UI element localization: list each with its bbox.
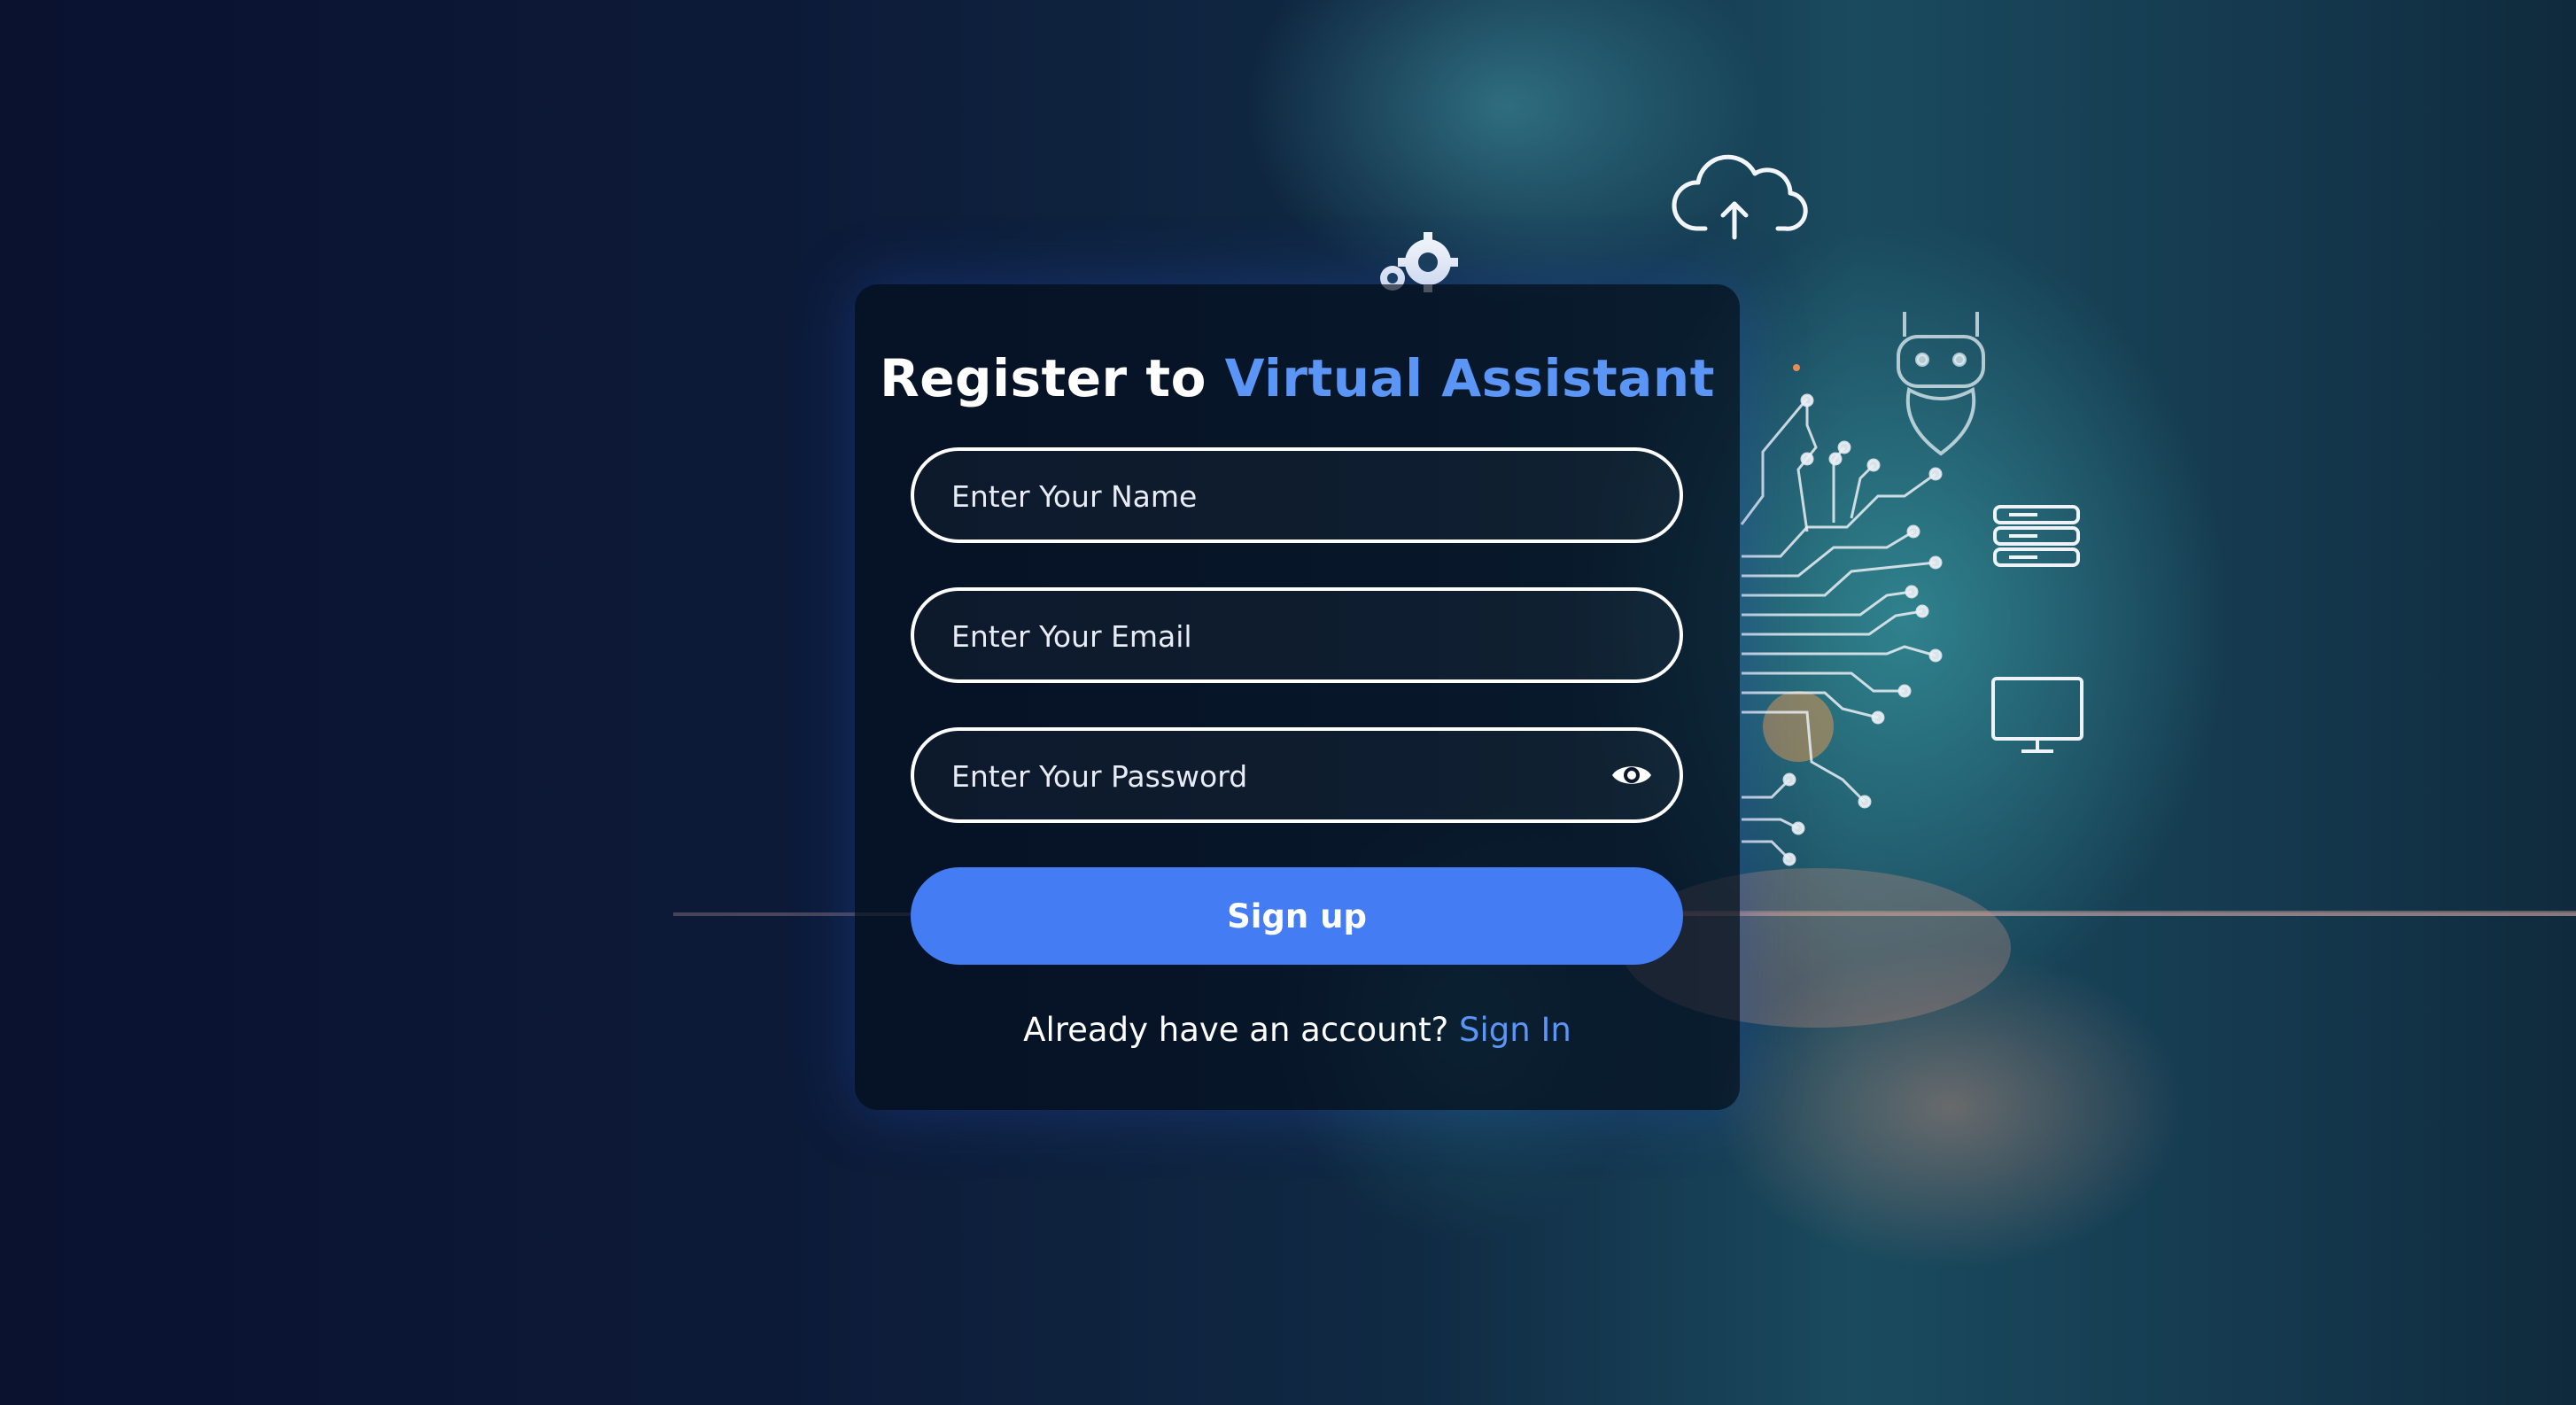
email-input[interactable] bbox=[950, 591, 1591, 681]
title-prefix: Register to bbox=[880, 348, 1207, 408]
eye-icon[interactable] bbox=[1610, 754, 1653, 796]
email-field[interactable] bbox=[911, 587, 1683, 683]
page: Register to Virtual Assistant Sign up Al… bbox=[0, 0, 2576, 1405]
password-input[interactable] bbox=[950, 731, 1591, 821]
robot-icon bbox=[1897, 312, 1985, 456]
gear-icon bbox=[1380, 232, 1458, 292]
sign-in-link[interactable]: Sign In bbox=[1459, 1011, 1571, 1049]
monitor-icon bbox=[1991, 677, 2083, 753]
title-accent: Virtual Assistant bbox=[1224, 348, 1715, 408]
name-field[interactable] bbox=[911, 447, 1683, 543]
sign-in-prompt: Already have an account? Sign In bbox=[855, 1011, 1740, 1049]
register-card: Register to Virtual Assistant Sign up Al… bbox=[855, 284, 1740, 1110]
card-title: Register to Virtual Assistant bbox=[855, 348, 1740, 408]
sign-up-button[interactable]: Sign up bbox=[911, 867, 1683, 965]
server-icon bbox=[1993, 505, 2080, 567]
cloud-upload-icon bbox=[1672, 154, 1808, 240]
password-field[interactable] bbox=[911, 727, 1683, 823]
sign-in-prompt-text: Already have an account? bbox=[1023, 1011, 1449, 1049]
name-input[interactable] bbox=[950, 451, 1591, 541]
circuit-icon bbox=[1740, 364, 1943, 866]
